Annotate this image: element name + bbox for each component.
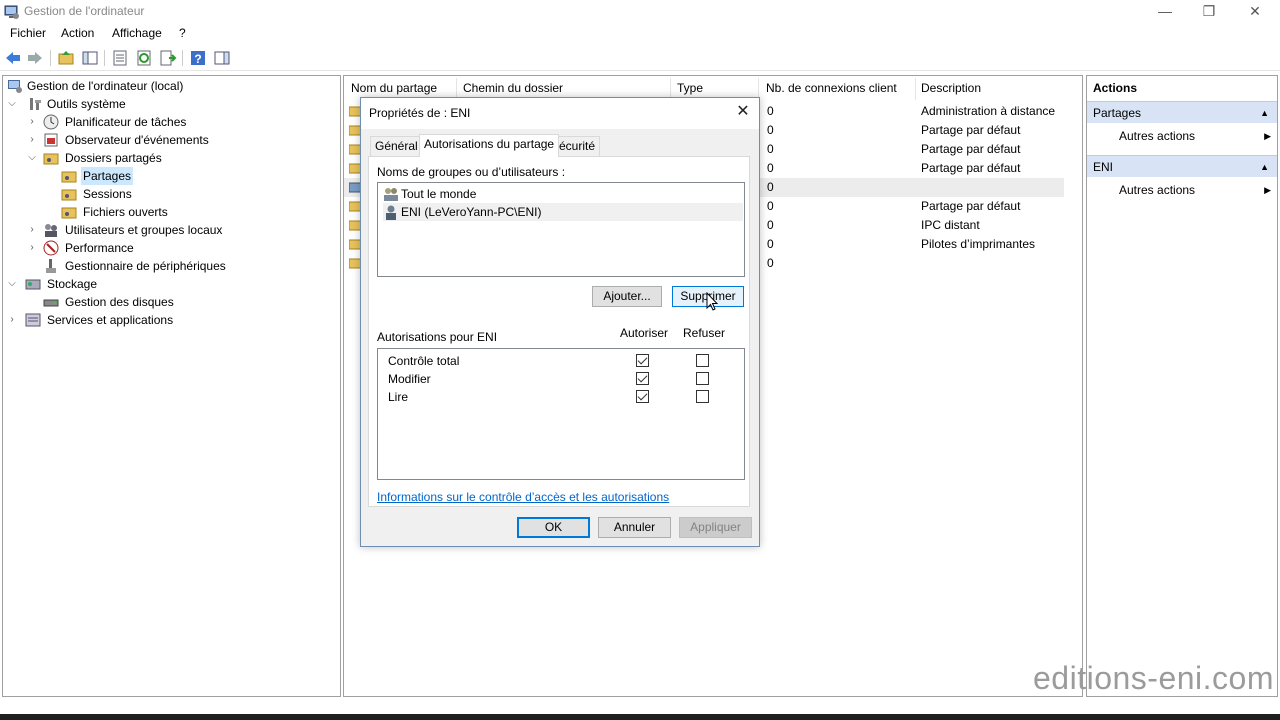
deny-checkbox[interactable] — [696, 354, 709, 367]
properties-dialog: Propriétés de : ENI ✕ Général Autorisati… — [360, 97, 760, 547]
permissions-list: Contrôle total Modifier Lire — [377, 348, 745, 480]
column-header-connexions[interactable]: Nb. de connexions client — [766, 81, 897, 95]
expand-chevron-icon[interactable]: ⌵ — [7, 95, 17, 113]
dialog-title-bar: Propriétés de : ENI ✕ — [361, 98, 759, 129]
up-folder-icon[interactable] — [57, 49, 75, 67]
show-hide-tree-icon[interactable] — [81, 49, 99, 67]
column-header-type[interactable]: Type — [677, 81, 703, 95]
deny-checkbox[interactable] — [696, 372, 709, 385]
ok-button[interactable]: OK — [517, 517, 590, 538]
allow-checkbox[interactable] — [636, 390, 649, 403]
shared-folder-icon — [61, 171, 77, 183]
expand-chevron-icon[interactable]: ⌵ — [27, 149, 37, 167]
permission-row-modifier: Modifier — [378, 370, 738, 388]
restore-button[interactable]: ❐ — [1186, 0, 1232, 24]
computer-management-icon — [8, 80, 22, 93]
menu-affichage[interactable]: Affichage — [112, 26, 162, 40]
watermark: editions-eni.com — [1033, 660, 1274, 696]
add-button[interactable]: Ajouter... — [592, 286, 662, 307]
collapsed-chevron-icon[interactable]: › — [27, 239, 37, 257]
actions-header: Actions — [1093, 81, 1138, 95]
back-arrow-icon[interactable] — [4, 49, 22, 67]
user-icon — [386, 205, 396, 220]
export-list-icon[interactable] — [159, 49, 177, 67]
users-group-icon — [384, 188, 398, 201]
collapse-triangle-icon[interactable]: ▲ — [1260, 102, 1269, 124]
taskbar-edge — [0, 714, 1280, 720]
close-window-button[interactable]: ✕ — [1232, 0, 1278, 24]
properties-sheet-icon[interactable] — [111, 49, 129, 67]
user-item-tout-le-monde[interactable]: Tout le monde — [383, 185, 739, 203]
collapsed-chevron-icon[interactable]: › — [27, 221, 37, 239]
refresh-icon[interactable] — [135, 49, 153, 67]
deny-header: Refuser — [683, 326, 726, 340]
users-group-icon — [45, 224, 57, 237]
submenu-arrow-icon: ▶ — [1264, 185, 1271, 195]
menu-help[interactable]: ? — [179, 26, 186, 40]
tab-panel: Noms de groupes ou d’utilisateurs : Tout… — [368, 156, 750, 507]
permissions-label: Autorisations pour ENI — [377, 330, 498, 344]
collapsed-chevron-icon[interactable]: › — [7, 311, 17, 329]
actions-pane: Actions Partages ▲ Autres actions ▶ ENI … — [1086, 75, 1278, 697]
minimize-button[interactable]: — — [1142, 0, 1188, 24]
collapsed-chevron-icon[interactable]: › — [27, 113, 37, 131]
allow-header: Autoriser — [620, 326, 669, 340]
disk-icon — [43, 299, 59, 307]
title-bar: Gestion de l'ordinateur — ❐ ✕ — [0, 0, 1280, 24]
user-item-eni[interactable]: ENI (LeVeroYann-PC\ENI) — [383, 203, 743, 221]
console-tree: Gestion de l'ordinateur (local) ⌵ Outils… — [2, 75, 341, 697]
clock-icon — [43, 114, 59, 130]
svg-text:?: ? — [194, 52, 201, 66]
mouse-cursor-icon — [706, 292, 718, 311]
actions-section-eni[interactable]: ENI ▲ — [1087, 155, 1277, 177]
autres-actions-partages[interactable]: Autres actions ▶ — [1119, 127, 1271, 145]
event-viewer-icon — [44, 133, 58, 147]
dialog-title: Propriétés de : ENI — [369, 106, 471, 120]
menu-bar: Fichier Action Affichage ? — [0, 24, 1280, 44]
info-link[interactable]: Informations sur le contrôle d’accès et … — [377, 490, 669, 504]
show-action-pane-icon[interactable] — [213, 49, 231, 67]
help-icon[interactable]: ? — [189, 49, 207, 67]
users-listbox[interactable]: Tout le monde ENI (LeVeroYann-PC\ENI) — [377, 182, 745, 277]
toolbar: ? — [0, 45, 1280, 71]
window-title: Gestion de l'ordinateur — [24, 4, 145, 18]
services-icon — [25, 313, 41, 327]
shared-folder-icon — [43, 153, 59, 165]
tools-icon — [30, 98, 41, 110]
autres-actions-eni[interactable]: Autres actions ▶ — [1119, 181, 1271, 199]
deny-checkbox[interactable] — [696, 390, 709, 403]
permission-row-lire: Lire — [378, 388, 738, 406]
shared-folder-icon — [61, 189, 77, 201]
shared-folder-icon — [61, 207, 77, 219]
collapse-triangle-icon[interactable]: ▲ — [1260, 156, 1269, 178]
computer-management-icon — [4, 5, 19, 19]
groups-label: Noms de groupes ou d’utilisateurs : — [377, 165, 566, 179]
forward-arrow-icon[interactable] — [26, 49, 44, 67]
cancel-button[interactable]: Annuler — [598, 517, 671, 538]
tab-autorisations[interactable]: Autorisations du partage — [419, 134, 560, 157]
performance-icon — [43, 240, 59, 256]
column-header-chemin[interactable]: Chemin du dossier — [463, 81, 563, 95]
expand-chevron-icon[interactable]: ⌵ — [7, 275, 17, 293]
allow-checkbox[interactable] — [636, 372, 649, 385]
column-header-nom[interactable]: Nom du partage — [351, 81, 437, 95]
collapsed-chevron-icon[interactable]: › — [27, 131, 37, 149]
column-header-description[interactable]: Description — [921, 81, 981, 95]
dialog-close-icon[interactable]: ✕ — [733, 102, 753, 122]
menu-action[interactable]: Action — [61, 26, 94, 40]
permission-row-controle-total: Contrôle total — [378, 352, 738, 370]
apply-button[interactable]: Appliquer — [679, 517, 752, 538]
submenu-arrow-icon: ▶ — [1264, 131, 1271, 141]
allow-checkbox[interactable] — [636, 354, 649, 367]
storage-icon — [25, 279, 41, 290]
device-manager-icon — [46, 259, 56, 273]
actions-section-partages[interactable]: Partages ▲ — [1087, 101, 1277, 123]
tab-general[interactable]: Général — [370, 136, 423, 156]
menu-fichier[interactable]: Fichier — [10, 26, 46, 40]
